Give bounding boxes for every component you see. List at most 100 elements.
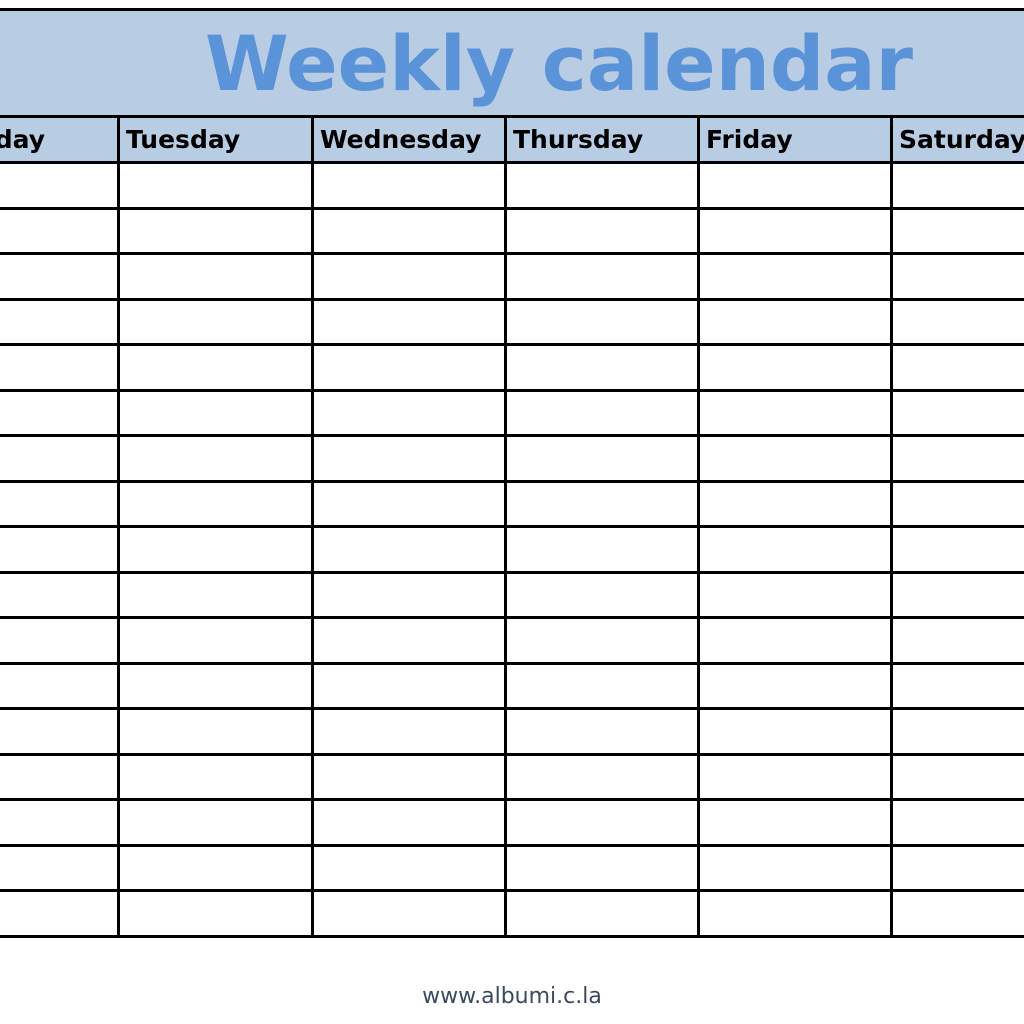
- calendar-cell-saturday[interactable]: [893, 574, 1024, 617]
- calendar-cell-monday[interactable]: [0, 710, 120, 753]
- calendar-cell-friday[interactable]: [700, 573, 893, 616]
- calendar-cell-saturday[interactable]: [893, 892, 1024, 935]
- calendar-cell-tuesday[interactable]: [120, 391, 314, 434]
- calendar-cell-thursday[interactable]: [507, 300, 700, 343]
- calendar-cell-tuesday[interactable]: [120, 528, 314, 571]
- calendar-cell-thursday[interactable]: [507, 892, 700, 935]
- calendar-cell-monday[interactable]: [0, 846, 120, 889]
- calendar-cell-saturday[interactable]: [893, 619, 1024, 662]
- calendar-cell-friday[interactable]: [700, 164, 893, 207]
- calendar-cell-wednesday[interactable]: [314, 573, 507, 616]
- calendar-cell-tuesday[interactable]: [120, 437, 314, 480]
- calendar-cell-wednesday[interactable]: [314, 710, 507, 753]
- calendar-cell-friday[interactable]: [700, 664, 893, 707]
- calendar-cell-tuesday[interactable]: [120, 300, 314, 343]
- calendar-cell-tuesday[interactable]: [120, 846, 314, 889]
- calendar-cell-tuesday[interactable]: [120, 164, 314, 207]
- calendar-cell-wednesday[interactable]: [314, 664, 507, 707]
- calendar-cell-friday[interactable]: [700, 300, 893, 343]
- calendar-cell-saturday[interactable]: [893, 210, 1024, 253]
- calendar-cell-friday[interactable]: [700, 528, 893, 571]
- calendar-cell-saturday[interactable]: [893, 710, 1024, 753]
- calendar-cell-tuesday[interactable]: [120, 346, 314, 389]
- calendar-cell-monday[interactable]: [0, 573, 120, 616]
- calendar-cell-wednesday[interactable]: [314, 255, 507, 298]
- calendar-cell-wednesday[interactable]: [314, 346, 507, 389]
- calendar-cell-friday[interactable]: [700, 346, 893, 389]
- calendar-cell-monday[interactable]: [0, 528, 120, 571]
- calendar-cell-monday[interactable]: [0, 755, 120, 798]
- calendar-cell-tuesday[interactable]: [120, 892, 314, 935]
- calendar-cell-thursday[interactable]: [507, 801, 700, 844]
- calendar-cell-tuesday[interactable]: [120, 755, 314, 798]
- calendar-cell-monday[interactable]: [0, 300, 120, 343]
- calendar-cell-wednesday[interactable]: [314, 300, 507, 343]
- calendar-cell-monday[interactable]: [0, 346, 120, 389]
- calendar-cell-wednesday[interactable]: [314, 437, 507, 480]
- calendar-cell-saturday[interactable]: [893, 437, 1024, 480]
- calendar-cell-thursday[interactable]: [507, 846, 700, 889]
- calendar-cell-monday[interactable]: [0, 664, 120, 707]
- calendar-cell-saturday[interactable]: [893, 665, 1024, 708]
- calendar-cell-wednesday[interactable]: [314, 801, 507, 844]
- calendar-cell-saturday[interactable]: [893, 346, 1024, 389]
- calendar-cell-thursday[interactable]: [507, 391, 700, 434]
- calendar-cell-thursday[interactable]: [507, 255, 700, 298]
- calendar-cell-monday[interactable]: [0, 255, 120, 298]
- calendar-cell-thursday[interactable]: [507, 209, 700, 252]
- calendar-cell-monday[interactable]: [0, 892, 120, 935]
- calendar-cell-saturday[interactable]: [893, 392, 1024, 435]
- calendar-cell-wednesday[interactable]: [314, 846, 507, 889]
- calendar-cell-thursday[interactable]: [507, 710, 700, 753]
- calendar-cell-wednesday[interactable]: [314, 209, 507, 252]
- calendar-cell-saturday[interactable]: [893, 301, 1024, 344]
- calendar-cell-friday[interactable]: [700, 846, 893, 889]
- calendar-cell-thursday[interactable]: [507, 573, 700, 616]
- calendar-cell-thursday[interactable]: [507, 755, 700, 798]
- calendar-cell-monday[interactable]: [0, 164, 120, 207]
- calendar-cell-tuesday[interactable]: [120, 619, 314, 662]
- calendar-cell-saturday[interactable]: [893, 847, 1024, 890]
- calendar-cell-friday[interactable]: [700, 710, 893, 753]
- calendar-cell-thursday[interactable]: [507, 346, 700, 389]
- calendar-cell-tuesday[interactable]: [120, 573, 314, 616]
- calendar-cell-saturday[interactable]: [893, 483, 1024, 526]
- calendar-cell-thursday[interactable]: [507, 437, 700, 480]
- calendar-cell-friday[interactable]: [700, 755, 893, 798]
- calendar-cell-tuesday[interactable]: [120, 664, 314, 707]
- calendar-cell-tuesday[interactable]: [120, 801, 314, 844]
- calendar-cell-monday[interactable]: [0, 482, 120, 525]
- calendar-cell-wednesday[interactable]: [314, 528, 507, 571]
- calendar-cell-monday[interactable]: [0, 391, 120, 434]
- calendar-cell-friday[interactable]: [700, 482, 893, 525]
- calendar-cell-saturday[interactable]: [893, 255, 1024, 298]
- calendar-cell-friday[interactable]: [700, 391, 893, 434]
- calendar-cell-wednesday[interactable]: [314, 755, 507, 798]
- calendar-cell-friday[interactable]: [700, 255, 893, 298]
- calendar-cell-friday[interactable]: [700, 437, 893, 480]
- calendar-cell-monday[interactable]: [0, 437, 120, 480]
- calendar-cell-wednesday[interactable]: [314, 391, 507, 434]
- calendar-cell-saturday[interactable]: [893, 528, 1024, 571]
- calendar-cell-monday[interactable]: [0, 209, 120, 252]
- calendar-cell-tuesday[interactable]: [120, 209, 314, 252]
- calendar-cell-tuesday[interactable]: [120, 482, 314, 525]
- calendar-cell-saturday[interactable]: [893, 164, 1024, 207]
- calendar-cell-monday[interactable]: [0, 619, 120, 662]
- calendar-cell-thursday[interactable]: [507, 164, 700, 207]
- calendar-cell-tuesday[interactable]: [120, 710, 314, 753]
- calendar-cell-friday[interactable]: [700, 801, 893, 844]
- calendar-cell-thursday[interactable]: [507, 528, 700, 571]
- calendar-cell-monday[interactable]: [0, 801, 120, 844]
- calendar-cell-friday[interactable]: [700, 619, 893, 662]
- calendar-cell-friday[interactable]: [700, 209, 893, 252]
- calendar-cell-tuesday[interactable]: [120, 255, 314, 298]
- calendar-cell-saturday[interactable]: [893, 756, 1024, 799]
- calendar-cell-saturday[interactable]: [893, 801, 1024, 844]
- calendar-cell-friday[interactable]: [700, 892, 893, 935]
- calendar-cell-wednesday[interactable]: [314, 164, 507, 207]
- calendar-cell-thursday[interactable]: [507, 482, 700, 525]
- calendar-cell-thursday[interactable]: [507, 664, 700, 707]
- calendar-cell-wednesday[interactable]: [314, 482, 507, 525]
- calendar-cell-wednesday[interactable]: [314, 619, 507, 662]
